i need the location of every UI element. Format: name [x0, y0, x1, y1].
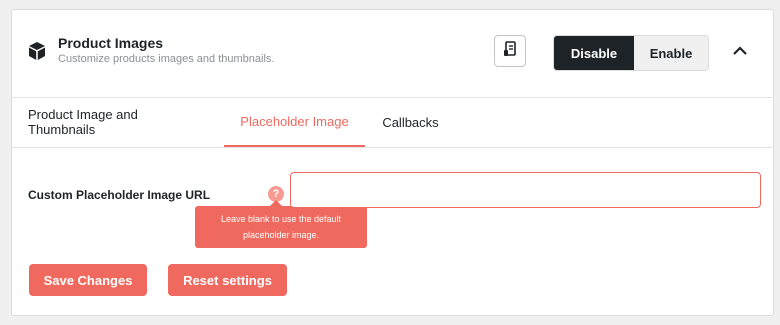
tab-callbacks[interactable]: Callbacks [373, 97, 448, 147]
placeholder-url-input[interactable] [290, 172, 761, 208]
document-icon [503, 40, 517, 62]
save-changes-button[interactable]: Save Changes [29, 264, 147, 296]
module-header: Product Images Customize products images… [12, 10, 773, 98]
tooltip-text-line2: placeholder image. [242, 230, 320, 240]
enable-button[interactable]: Enable [634, 36, 708, 70]
chevron-up-icon [733, 43, 747, 61]
tooltip-text-line1: Leave blank to use the default [220, 214, 342, 224]
reset-settings-button[interactable]: Reset settings [168, 264, 287, 296]
disable-button[interactable]: Disable [554, 36, 634, 70]
tab-bar: Product Image and Thumbnails Placeholder… [12, 97, 773, 148]
module-toggle: Disable Enable [553, 35, 709, 71]
documentation-button[interactable] [494, 35, 526, 67]
help-tooltip: Leave blank to use the default placehold… [195, 206, 367, 248]
box-icon [28, 41, 46, 61]
collapse-button[interactable] [730, 42, 750, 62]
settings-card: Product Images Customize products images… [11, 9, 774, 316]
placeholder-url-label: Custom Placeholder Image URL [28, 188, 211, 202]
tab-placeholder-image[interactable]: Placeholder Image [224, 97, 365, 147]
tab-product-image-thumbnails[interactable]: Product Image and Thumbnails [28, 97, 208, 147]
module-title: Product Images [58, 35, 164, 51]
module-subtitle: Customize products images and thumbnails… [58, 53, 275, 65]
